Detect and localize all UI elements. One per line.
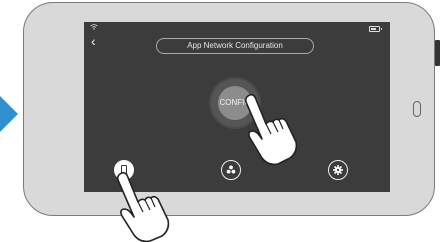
battery-icon	[369, 26, 382, 32]
fan-icon	[226, 165, 236, 174]
hand-pointer-icon	[244, 93, 298, 166]
hand-pointer-icon	[116, 171, 170, 242]
back-button[interactable]: ‹	[91, 34, 96, 48]
wifi-icon	[90, 24, 98, 32]
pointer-arrow	[0, 96, 18, 132]
phone-side-button	[435, 40, 440, 66]
phone-home-button	[413, 101, 421, 117]
app-screen: ‹ App Network Configuration CONFIG	[84, 22, 390, 192]
gear-icon	[333, 165, 343, 175]
nav-settings-button[interactable]	[328, 160, 348, 180]
page-title: App Network Configuration	[156, 38, 314, 54]
